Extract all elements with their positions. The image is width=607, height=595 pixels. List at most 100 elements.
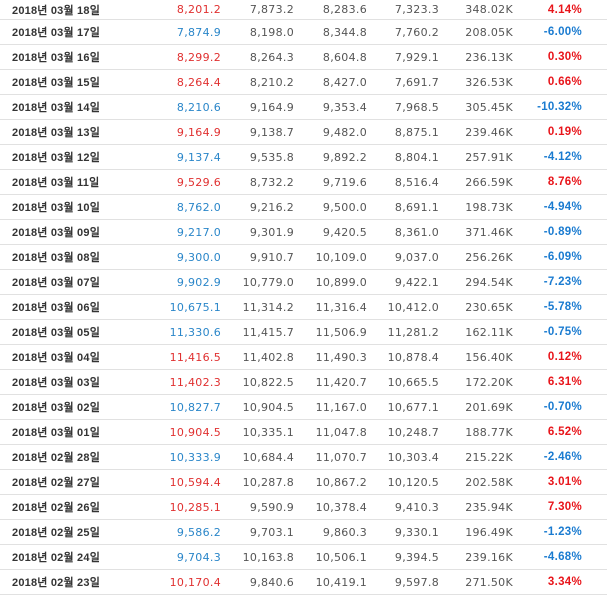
date-cell: 2018년 03월 15일 bbox=[12, 77, 101, 89]
close-price-cell: 9,164.9 bbox=[176, 125, 221, 139]
open-price-cell: 9,216.2 bbox=[249, 200, 294, 214]
table-row: 2018년 03월 07일 9,902.9 10,779.0 10,899.0 9,42… bbox=[0, 270, 607, 295]
table-row: 2018년 03월 10일 8,762.0 9,216.2 9,500.0 8,691.… bbox=[0, 195, 607, 220]
high-price-cell: 9,482.0 bbox=[322, 125, 367, 139]
date-cell: 2018년 03월 12일 bbox=[12, 152, 101, 164]
date-cell: 2018년 03월 17일 bbox=[12, 27, 101, 39]
low-price-cell: 8,691.1 bbox=[394, 200, 439, 214]
table-row: 2018년 03월 06일 10,675.1 11,314.2 11,316.4 10,… bbox=[0, 295, 607, 320]
date-cell: 2018년 02월 26일 bbox=[12, 502, 101, 514]
table-row: 2018년 02월 27일 10,594.4 10,287.8 10,867.2 10,… bbox=[0, 470, 607, 495]
change-percent-cell: -0.70% bbox=[543, 401, 582, 413]
close-price-cell: 10,594.4 bbox=[169, 475, 221, 489]
change-percent-cell: -4.94% bbox=[543, 201, 582, 213]
high-price-cell: 11,167.0 bbox=[315, 400, 367, 414]
high-price-cell: 11,506.9 bbox=[315, 325, 367, 339]
volume-cell: 215.22K bbox=[465, 450, 513, 464]
date-cell: 2018년 02월 27일 bbox=[12, 477, 101, 489]
change-percent-cell: 4.14% bbox=[547, 3, 582, 16]
change-percent-cell: -2.46% bbox=[543, 451, 582, 463]
high-price-cell: 10,109.0 bbox=[315, 250, 367, 264]
close-price-cell: 8,210.6 bbox=[176, 100, 221, 114]
volume-cell: 271.50K bbox=[465, 575, 513, 589]
low-price-cell: 7,323.3 bbox=[394, 3, 439, 16]
low-price-cell: 10,665.5 bbox=[387, 375, 439, 389]
volume-cell: 256.26K bbox=[465, 250, 513, 264]
table-row: 2018년 03월 09일 9,217.0 9,301.9 9,420.5 8,361.… bbox=[0, 220, 607, 245]
low-price-cell: 7,760.2 bbox=[394, 25, 439, 39]
volume-cell: 326.53K bbox=[465, 75, 513, 89]
change-percent-cell: 0.30% bbox=[547, 51, 582, 63]
open-price-cell: 9,703.1 bbox=[249, 525, 294, 539]
high-price-cell: 8,604.8 bbox=[322, 50, 367, 64]
date-cell: 2018년 03월 02일 bbox=[12, 402, 101, 414]
change-percent-cell: 6.52% bbox=[547, 426, 582, 438]
volume-cell: 196.49K bbox=[465, 525, 513, 539]
low-price-cell: 8,516.4 bbox=[394, 175, 439, 189]
high-price-cell: 11,490.3 bbox=[315, 350, 367, 364]
close-price-cell: 8,299.2 bbox=[176, 50, 221, 64]
high-price-cell: 9,719.6 bbox=[322, 175, 367, 189]
table-row: 2018년 03월 13일 9,164.9 9,138.7 9,482.0 8,875.… bbox=[0, 120, 607, 145]
change-percent-cell: -7.23% bbox=[543, 276, 582, 288]
high-price-cell: 8,344.8 bbox=[322, 25, 367, 39]
volume-cell: 162.11K bbox=[465, 325, 513, 339]
open-price-cell: 8,210.2 bbox=[249, 75, 294, 89]
high-price-cell: 9,860.3 bbox=[322, 525, 367, 539]
date-cell: 2018년 02월 24일 bbox=[12, 552, 101, 564]
open-price-cell: 10,904.5 bbox=[242, 400, 294, 414]
change-percent-cell: 0.12% bbox=[547, 351, 582, 363]
date-cell: 2018년 03월 04일 bbox=[12, 352, 101, 364]
high-price-cell: 10,506.1 bbox=[315, 550, 367, 564]
high-price-cell: 10,378.4 bbox=[315, 500, 367, 514]
table-row: 2018년 03월 17일 7,874.9 8,198.0 8,344.8 7,760.… bbox=[0, 20, 607, 45]
open-price-cell: 9,590.9 bbox=[249, 500, 294, 514]
low-price-cell: 10,120.5 bbox=[387, 475, 439, 489]
open-price-cell: 9,910.7 bbox=[249, 250, 294, 264]
close-price-cell: 10,675.1 bbox=[169, 300, 221, 314]
table-row: 2018년 03월 05일 11,330.6 11,415.7 11,506.9 11,… bbox=[0, 320, 607, 345]
close-price-cell: 10,827.7 bbox=[169, 400, 221, 414]
table-row: 2018년 03월 03일 11,402.3 10,822.5 11,420.7 10,… bbox=[0, 370, 607, 395]
close-price-cell: 9,300.0 bbox=[176, 250, 221, 264]
volume-cell: 371.46K bbox=[465, 225, 513, 239]
low-price-cell: 9,394.5 bbox=[394, 550, 439, 564]
date-cell: 2018년 03월 09일 bbox=[12, 227, 101, 239]
close-price-cell: 11,416.5 bbox=[169, 350, 221, 364]
change-percent-cell: 7.30% bbox=[547, 501, 582, 513]
table-row: 2018년 03월 02일 10,827.7 10,904.5 11,167.0 10,… bbox=[0, 395, 607, 420]
close-price-cell: 9,217.0 bbox=[176, 225, 221, 239]
low-price-cell: 9,410.3 bbox=[394, 500, 439, 514]
table-row: 2018년 03월 15일 8,264.4 8,210.2 8,427.0 7,691.… bbox=[0, 70, 607, 95]
change-percent-cell: 8.76% bbox=[547, 176, 582, 188]
date-cell: 2018년 03월 03일 bbox=[12, 377, 101, 389]
high-price-cell: 8,283.6 bbox=[322, 3, 367, 16]
open-price-cell: 10,779.0 bbox=[242, 275, 294, 289]
volume-cell: 156.40K bbox=[465, 350, 513, 364]
open-price-cell: 9,138.7 bbox=[249, 125, 294, 139]
change-percent-cell: 0.66% bbox=[547, 76, 582, 88]
open-price-cell: 10,822.5 bbox=[242, 375, 294, 389]
table-row: 2018년 02월 28일 10,333.9 10,684.4 11,070.7 10,… bbox=[0, 445, 607, 470]
open-price-cell: 11,415.7 bbox=[242, 325, 294, 339]
volume-cell: 198.73K bbox=[465, 200, 513, 214]
volume-cell: 257.91K bbox=[465, 150, 513, 164]
change-percent-cell: 3.34% bbox=[547, 576, 582, 588]
date-cell: 2018년 03월 08일 bbox=[12, 252, 101, 264]
low-price-cell: 11,281.2 bbox=[387, 325, 439, 339]
change-percent-cell: -5.78% bbox=[543, 301, 582, 313]
open-price-cell: 10,163.8 bbox=[242, 550, 294, 564]
volume-cell: 236.13K bbox=[465, 50, 513, 64]
low-price-cell: 10,677.1 bbox=[387, 400, 439, 414]
high-price-cell: 11,420.7 bbox=[315, 375, 367, 389]
table-row: 2018년 03월 18일 8,201.2 7,873.2 8,283.6 7,323.… bbox=[0, 0, 607, 20]
close-price-cell: 8,201.2 bbox=[176, 3, 221, 16]
date-cell: 2018년 03월 13일 bbox=[12, 127, 101, 139]
high-price-cell: 9,500.0 bbox=[322, 200, 367, 214]
date-cell: 2018년 03월 06일 bbox=[12, 302, 101, 314]
date-cell: 2018년 03월 07일 bbox=[12, 277, 101, 289]
volume-cell: 239.46K bbox=[465, 125, 513, 139]
table-row: 2018년 03월 12일 9,137.4 9,535.8 9,892.2 8,804.… bbox=[0, 145, 607, 170]
table-row: 2018년 03월 01일 10,904.5 10,335.1 11,047.8 10,… bbox=[0, 420, 607, 445]
table-row: 2018년 02월 24일 9,704.3 10,163.8 10,506.1 9,39… bbox=[0, 545, 607, 570]
